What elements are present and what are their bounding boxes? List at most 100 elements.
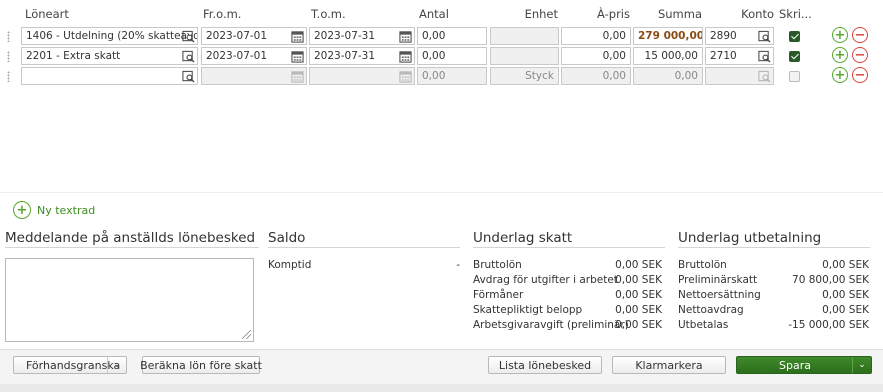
print-checkbox[interactable] [789,51,800,62]
utbetalning-label: Bruttolön [678,259,727,271]
utbetalning-label: Preliminärskatt [678,274,758,286]
payslip-message-textarea[interactable] [5,258,254,342]
tom-date-field[interactable]: 2023-07-31 [309,27,415,45]
add-circle-icon[interactable]: + [832,47,848,63]
summa-field[interactable]: 15 000,00 [633,47,703,65]
summa-field: 0,00 [633,67,703,85]
utbetalning-label: Nettoersättning [678,289,761,301]
divider [678,247,870,248]
skatt-value: 0,00 SEK [615,289,662,301]
calendar-icon [290,69,305,84]
col-header-enhet[interactable]: Enhet [490,7,558,21]
list-payslips-button[interactable]: Lista lönebesked [488,356,602,374]
loneart-field[interactable]: 1406 - Utdelning (20% skatteavdra [21,27,198,45]
remove-circle-icon[interactable]: − [852,27,868,43]
skatt-value: 0,00 SEK [615,274,662,286]
col-header-konto[interactable]: Konto [705,7,774,21]
apris-field[interactable]: 0,00 [561,27,631,45]
new-text-row-button[interactable]: + Ny textrad [13,201,95,219]
resize-grip-icon[interactable] [242,330,251,339]
skatt-label: Bruttolön [473,259,522,271]
from-date-value: 2023-07-01 [206,30,268,42]
save-button[interactable]: Spara ⌄ [736,356,872,374]
saldo-value: - [456,259,460,271]
enhet-field [490,47,559,65]
lookup-icon[interactable] [757,49,772,64]
footer-strip [0,384,883,392]
col-header-apris[interactable]: À-pris [560,7,630,21]
utbetalning-value: -15 000,00 SEK [788,319,869,331]
drag-handle-icon[interactable] [7,31,10,42]
from-date-field [201,67,307,85]
saldo-title: Saldo [268,230,306,246]
message-title: Meddelande på anställds lönebesked [5,230,256,246]
konto-field[interactable]: 2710 [705,47,774,65]
utbetalning-value: 0,00 SEK [822,259,869,271]
loneart-field[interactable]: 2201 - Extra skatt [21,47,198,65]
table-row: 2201 - Extra skatt 2023-07-01 2023-07-31… [0,47,883,65]
col-header-skriv[interactable]: Skri... [779,7,812,21]
antal-field[interactable]: 0,00 [417,27,487,45]
col-header-loneart[interactable]: Löneart [25,7,69,21]
add-circle-icon[interactable]: + [832,67,848,83]
from-date-field[interactable]: 2023-07-01 [201,27,307,45]
calendar-icon [398,69,413,84]
konto-field[interactable]: 2890 [705,27,774,45]
remove-circle-icon[interactable]: − [852,47,868,63]
print-checkbox[interactable] [789,31,800,42]
from-date-value: 2023-07-01 [206,50,268,62]
loneart-value: 2201 - Extra skatt [26,50,121,62]
apris-field[interactable]: 0,00 [561,47,631,65]
table-row: 0,00 Styck 0,00 0,00 + − [0,67,883,85]
col-header-summa[interactable]: Summa [632,7,702,21]
divider [5,247,259,248]
divider [0,192,883,193]
konto-field [705,67,774,85]
utbetalning-value: 0,00 SEK [822,304,869,316]
calendar-icon[interactable] [398,29,413,44]
table-row: 1406 - Utdelning (20% skatteavdra 2023-0… [0,27,883,45]
lookup-icon[interactable] [181,29,196,44]
calendar-icon[interactable] [290,29,305,44]
underlag-skatt-title: Underlag skatt [473,230,573,246]
enhet-field [490,27,559,45]
utbetalning-value: 0,00 SEK [822,289,869,301]
add-circle-icon: + [13,201,31,219]
mark-done-button[interactable]: Klarmarkera [612,356,726,374]
col-header-antal[interactable]: Antal [419,7,449,21]
skatt-value: 0,00 SEK [615,319,662,331]
calendar-icon[interactable] [398,49,413,64]
tom-date-field[interactable]: 2023-07-31 [309,47,415,65]
footer-toolbar: Förhandsgranska ⌄ Beräkna lön före skatt… [0,349,883,392]
remove-circle-icon[interactable]: − [852,67,868,83]
print-checkbox [789,71,800,82]
tom-date-value: 2023-07-31 [314,30,376,42]
apris-field: 0,00 [561,67,631,85]
tom-date-value: 2023-07-31 [314,50,376,62]
summa-field[interactable]: 279 000,00 [633,27,703,45]
chevron-down-icon[interactable]: ⌄ [107,357,126,373]
preview-button[interactable]: Förhandsgranska ⌄ [13,356,127,374]
tom-date-field [309,67,415,85]
skatt-label: Skattepliktigt belopp [473,304,583,316]
from-date-field[interactable]: 2023-07-01 [201,47,307,65]
lookup-icon[interactable] [757,29,772,44]
underlag-utbetalning-title: Underlag utbetalning [678,230,822,246]
saldo-label: Komptid [268,259,312,271]
calc-before-tax-button[interactable]: Beräkna lön före skatt [140,356,262,374]
add-circle-icon[interactable]: + [832,27,848,43]
chevron-down-icon[interactable]: ⌄ [852,357,871,373]
lookup-icon[interactable] [181,69,196,84]
lookup-icon[interactable] [181,49,196,64]
divider [268,247,460,248]
col-header-from[interactable]: Fr.o.m. [203,7,241,21]
loneart-field[interactable] [21,67,198,85]
antal-field[interactable]: 0,00 [417,47,487,65]
col-header-tom[interactable]: T.o.m. [311,7,346,21]
calendar-icon[interactable] [290,49,305,64]
konto-value: 2890 [710,30,737,42]
utbetalning-value: 70 800,00 SEK [792,274,869,286]
drag-handle-icon[interactable] [7,71,10,82]
drag-handle-icon[interactable] [7,51,10,62]
skatt-value: 0,00 SEK [615,259,662,271]
